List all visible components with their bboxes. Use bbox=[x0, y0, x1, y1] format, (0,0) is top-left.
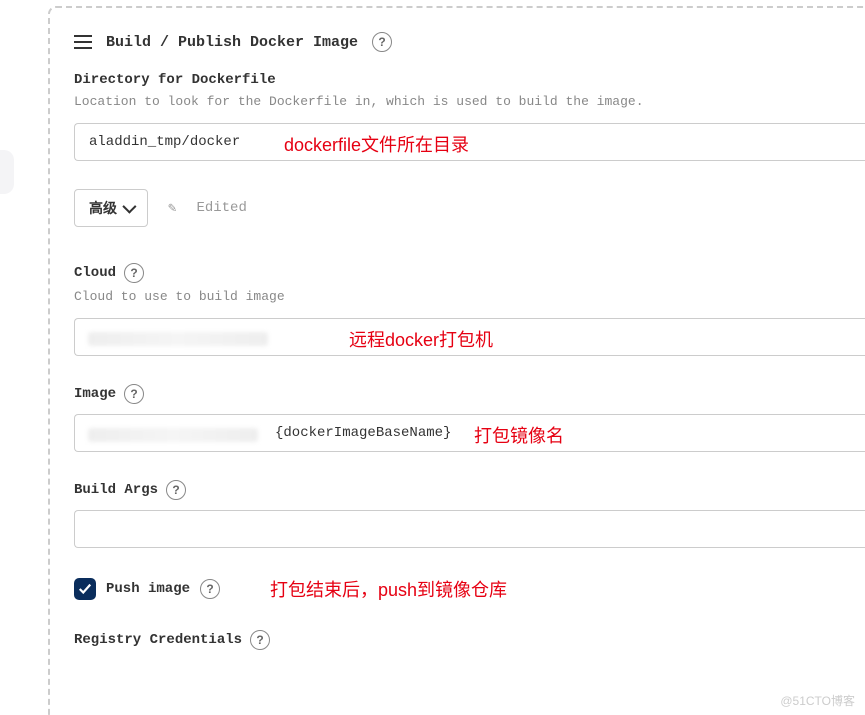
menu-icon[interactable] bbox=[74, 35, 92, 49]
help-icon[interactable]: ? bbox=[124, 384, 144, 404]
help-icon[interactable]: ? bbox=[166, 480, 186, 500]
push-image-row: Push image ? 打包结束后，push到镜像仓库 bbox=[74, 576, 865, 602]
check-icon bbox=[78, 582, 92, 596]
registry-label: Registry Credentials bbox=[74, 632, 242, 648]
annotation-push: 打包结束后，push到镜像仓库 bbox=[270, 576, 507, 602]
advanced-row: 高级 ✎ Edited bbox=[74, 189, 865, 227]
help-icon[interactable]: ? bbox=[200, 579, 220, 599]
build-args-label-row: Build Args ? bbox=[74, 480, 865, 500]
build-args-label: Build Args bbox=[74, 482, 158, 498]
chevron-down-icon bbox=[122, 200, 136, 214]
pencil-icon: ✎ bbox=[168, 200, 176, 217]
directory-label: Directory for Dockerfile bbox=[74, 72, 865, 88]
panel-header: Build / Publish Docker Image ? bbox=[74, 32, 865, 52]
cloud-desc: Cloud to use to build image bbox=[74, 289, 865, 304]
side-tab bbox=[0, 150, 14, 194]
cloud-label-row: Cloud ? bbox=[74, 263, 865, 283]
help-icon[interactable]: ? bbox=[250, 630, 270, 650]
help-icon[interactable]: ? bbox=[372, 32, 392, 52]
image-label-row: Image ? bbox=[74, 384, 865, 404]
cloud-label: Cloud bbox=[74, 265, 116, 281]
push-image-label: Push image bbox=[106, 581, 190, 597]
config-panel: Build / Publish Docker Image ? Directory… bbox=[48, 6, 865, 715]
registry-label-row: Registry Credentials ? bbox=[74, 630, 865, 650]
build-args-input[interactable] bbox=[74, 510, 865, 548]
advanced-button-label: 高级 bbox=[89, 198, 117, 218]
push-image-checkbox[interactable] bbox=[74, 578, 96, 600]
help-icon[interactable]: ? bbox=[124, 263, 144, 283]
redacted-image-value bbox=[88, 428, 258, 442]
redacted-cloud-value bbox=[88, 332, 268, 346]
build-args-section: Build Args ? bbox=[74, 480, 865, 548]
directory-section: Directory for Dockerfile Location to loo… bbox=[74, 72, 865, 161]
edited-label: Edited bbox=[196, 200, 246, 216]
directory-desc: Location to look for the Dockerfile in, … bbox=[74, 94, 865, 109]
cloud-section: Cloud ? Cloud to use to build image 远程do… bbox=[74, 263, 865, 356]
watermark: @51CTO博客 bbox=[780, 692, 855, 709]
advanced-button[interactable]: 高级 bbox=[74, 189, 148, 227]
image-label: Image bbox=[74, 386, 116, 402]
page-title: Build / Publish Docker Image bbox=[106, 34, 358, 51]
directory-input[interactable] bbox=[74, 123, 865, 161]
image-section: Image ? 打包镜像名 bbox=[74, 384, 865, 452]
